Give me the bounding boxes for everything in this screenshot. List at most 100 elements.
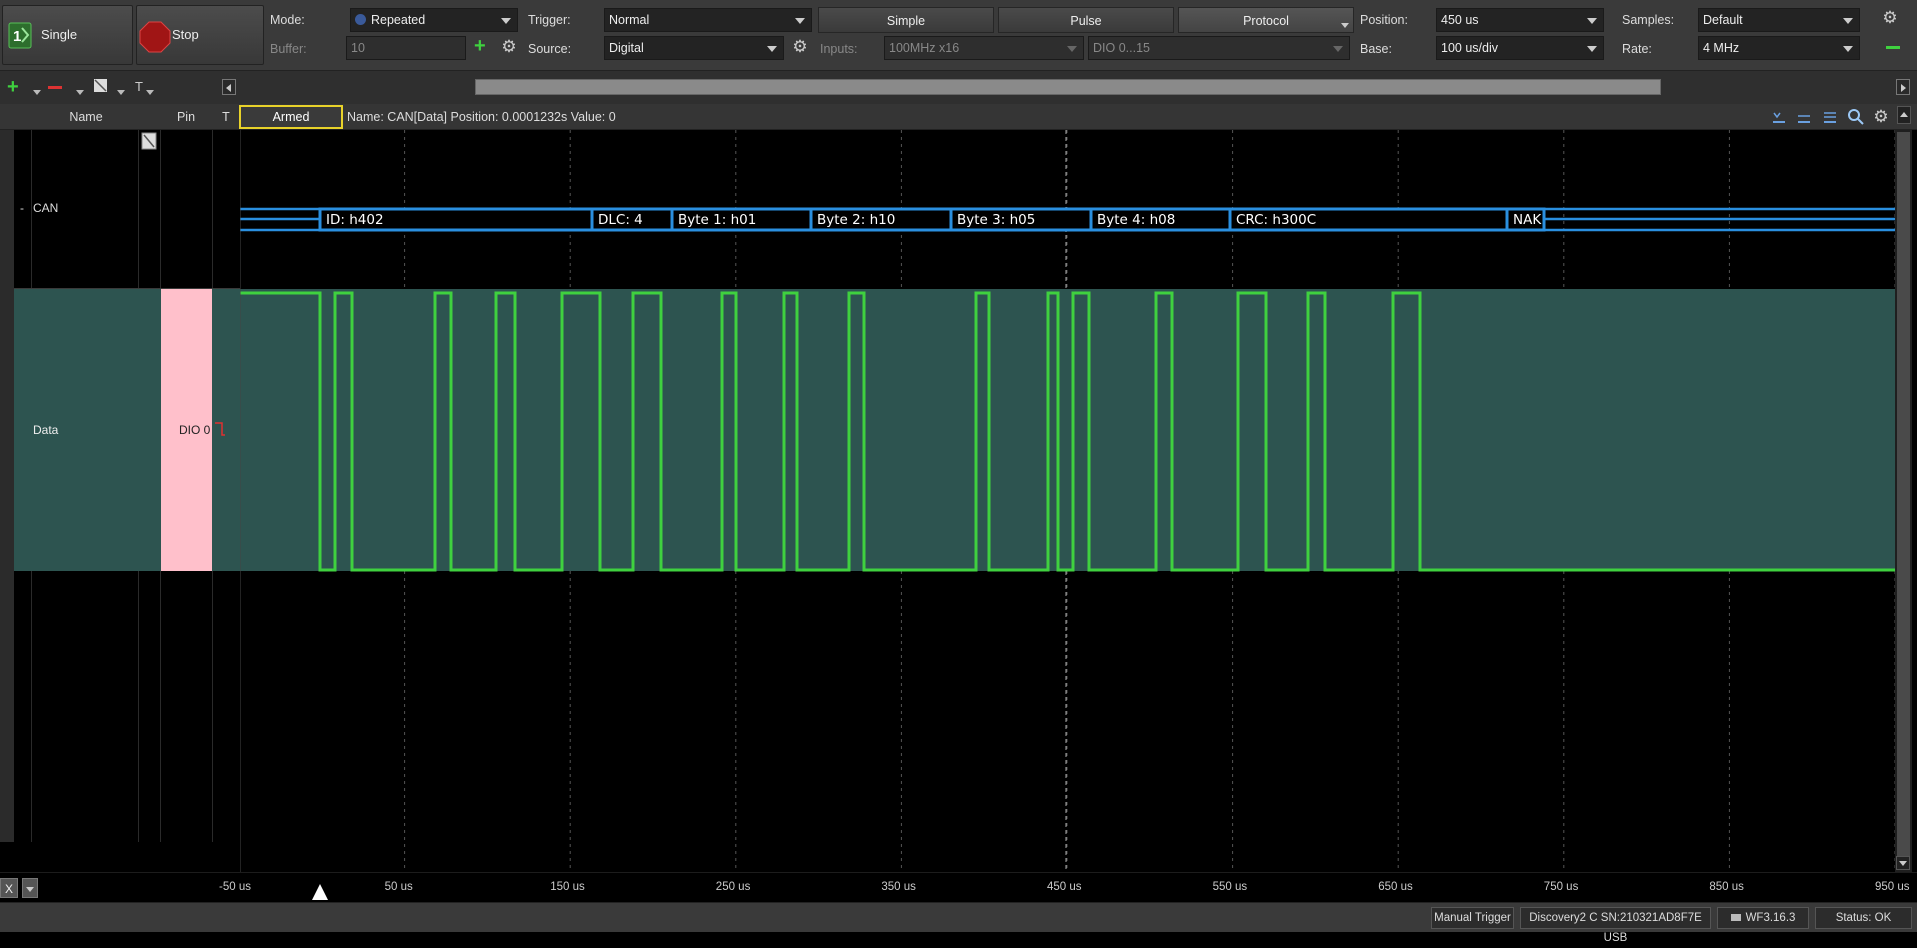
- axis-tick-label: 850 us: [1709, 881, 1744, 893]
- trigger-select[interactable]: Normal: [604, 8, 812, 32]
- axis-tick-label: 350 us: [881, 881, 916, 893]
- decode-frame-label: CRC: h300C: [1236, 212, 1316, 228]
- axis-tick-label: 650 us: [1378, 881, 1413, 893]
- single-button[interactable]: 1 Single: [2, 5, 133, 65]
- tab-pulse[interactable]: Pulse: [998, 7, 1174, 33]
- cursor-info: Name: CAN[Data] Position: 0.0001232s Val…: [347, 110, 616, 124]
- version-status: WF3.16.3: [1717, 907, 1809, 929]
- falling-edge-trigger-icon[interactable]: [214, 420, 226, 438]
- edit-channel-icon[interactable]: [93, 78, 109, 94]
- chevron-down-icon: [795, 18, 805, 24]
- chevron-down-icon: [501, 18, 511, 24]
- name-column-header[interactable]: Name: [30, 104, 142, 130]
- stop-button[interactable]: Stop: [136, 5, 264, 65]
- decode-frame-label: Byte 2: h10: [817, 212, 895, 228]
- rate-select[interactable]: 4 MHz: [1698, 36, 1860, 60]
- scroll-right-button[interactable]: [1896, 79, 1910, 95]
- source-gear-icon[interactable]: ⚙: [790, 37, 810, 57]
- chevron-down-icon: [1333, 46, 1343, 52]
- buffer-gear-icon[interactable]: ⚙: [499, 37, 519, 57]
- x-axis-dropdown[interactable]: [22, 878, 38, 898]
- tab-protocol[interactable]: Protocol: [1178, 7, 1354, 33]
- mode-select[interactable]: Repeated: [350, 8, 518, 32]
- zoom-fit-right-icon[interactable]: [1822, 109, 1838, 125]
- chevron-up-icon: [1900, 112, 1908, 117]
- source-label: Source:: [528, 42, 572, 56]
- svg-text:1: 1: [13, 28, 21, 45]
- scroll-down-button[interactable]: [1896, 856, 1910, 870]
- link-icon: [1730, 914, 1741, 921]
- vertical-scrollbar-thumb[interactable]: [1897, 132, 1910, 862]
- base-select[interactable]: 100 us/div: [1436, 36, 1604, 60]
- time-axis: X -50 us 50 us 150 us 250 us 350 us 450 us 550…: [0, 872, 1917, 902]
- pin-label: DIO 0: [179, 423, 211, 437]
- chevron-left-icon: [226, 84, 231, 92]
- source-select[interactable]: Digital: [604, 36, 784, 60]
- decode-frame-label: Byte 1: h01: [678, 212, 756, 228]
- data-row-background: [240, 289, 1895, 571]
- axis-tick-label: 150 us: [550, 881, 585, 893]
- channel-name: Data: [33, 423, 59, 437]
- chevron-down-icon[interactable]: [33, 90, 41, 95]
- pin-column-header[interactable]: Pin: [160, 104, 212, 130]
- chevron-down-icon: [1067, 46, 1077, 52]
- decode-frame-label: Byte 3: h05: [957, 212, 1035, 228]
- chevron-down-icon[interactable]: [146, 90, 154, 95]
- axis-tick-label: 450 us: [1047, 881, 1082, 893]
- add-channel-icon[interactable]: +: [7, 77, 19, 97]
- chevron-down-icon: [1341, 23, 1349, 28]
- waveform-plot[interactable]: ID: h402 DLC: 4 Byte 1: h01 Byte 2: h10 Byte…: [240, 130, 1895, 872]
- trigger-position-marker[interactable]: [311, 883, 329, 901]
- buffer-spinner[interactable]: 10: [346, 36, 466, 60]
- chevron-down-icon[interactable]: [76, 90, 84, 95]
- manual-trigger-button[interactable]: Manual Trigger: [1431, 907, 1514, 929]
- chevron-right-icon: [1901, 84, 1906, 92]
- zoom-fit-icon[interactable]: [1796, 109, 1812, 125]
- decode-frame-label: NAK: [1513, 212, 1542, 228]
- can-bus-decode: ID: h402 DLC: 4 Byte 1: h01 Byte 2: h10 Byte…: [240, 207, 1895, 232]
- collapse-toggle[interactable]: -: [20, 201, 24, 215]
- view-gear-icon[interactable]: ⚙: [1870, 107, 1892, 127]
- trigger-column-header[interactable]: T: [214, 104, 238, 130]
- channel-header-row: Name Pin T Armed Name: CAN[Data] Positio…: [0, 104, 1917, 130]
- dio-range-select[interactable]: DIO 0...15: [1088, 36, 1350, 60]
- horizontal-scrollbar-thumb[interactable]: [475, 79, 1661, 95]
- rate-label: Rate:: [1622, 42, 1652, 56]
- chevron-down-icon: [1843, 18, 1853, 24]
- base-label: Base:: [1360, 42, 1392, 56]
- zoom-fit-left-icon[interactable]: [1771, 109, 1787, 125]
- settings-gear-icon[interactable]: ⚙: [1878, 8, 1902, 28]
- scroll-left-button[interactable]: [222, 79, 236, 95]
- zoom-icon[interactable]: [1847, 108, 1865, 126]
- remove-channel-icon[interactable]: [48, 86, 62, 89]
- tab-simple[interactable]: Simple: [818, 7, 994, 33]
- axis-tick-label: -50 us: [219, 881, 251, 893]
- channel-row-can[interactable]: - CAN: [14, 130, 240, 288]
- vertical-scrollbar[interactable]: [1895, 130, 1912, 872]
- axis-tick-label: 50 us: [384, 881, 413, 893]
- scroll-up-button[interactable]: [1897, 106, 1911, 124]
- samples-label: Samples:: [1622, 13, 1675, 27]
- channel-gutter: [0, 130, 14, 842]
- mode-label: Mode:: [270, 13, 305, 27]
- collapse-icon[interactable]: [1886, 46, 1900, 49]
- add-buffer-icon[interactable]: +: [474, 36, 486, 56]
- axis-tick-label: 550 us: [1212, 881, 1248, 893]
- axis-tick-label: 250 us: [715, 881, 751, 893]
- channel-toolbar: + T: [0, 70, 1917, 104]
- text-tool-icon[interactable]: T: [135, 79, 143, 94]
- single-run-icon: 1: [8, 22, 32, 49]
- chevron-down-icon: [1843, 46, 1853, 52]
- channel-list: - CAN Data DIO 0: [0, 130, 240, 872]
- chevron-down-icon[interactable]: [117, 90, 125, 95]
- chevron-down-icon: [26, 887, 34, 892]
- position-select[interactable]: 450 us: [1436, 8, 1604, 32]
- channel-edit-icon[interactable]: [141, 132, 157, 150]
- x-axis-button[interactable]: X: [0, 878, 18, 898]
- inputs-label: Inputs:: [820, 42, 858, 56]
- samples-select[interactable]: Default: [1698, 8, 1860, 32]
- stop-icon: [139, 21, 171, 53]
- channel-row-data[interactable]: Data DIO 0: [14, 289, 240, 571]
- trigger-label: Trigger:: [528, 13, 571, 27]
- inputs-select[interactable]: 100MHz x16: [884, 36, 1084, 60]
